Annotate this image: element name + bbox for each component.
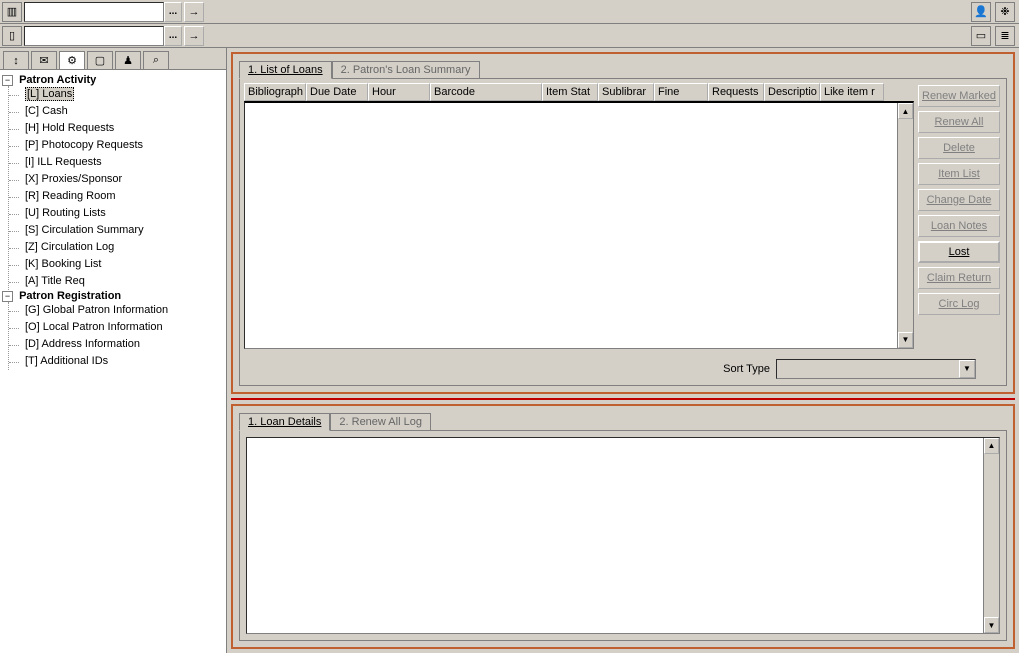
lost-button[interactable]: Lost [918,241,1000,263]
tree-item-circ-summary[interactable]: [S] Circulation Summary [25,224,144,236]
lower-pane-body: ▲ ▼ [239,430,1007,641]
lower-frame: 1. Loan Details 2. Renew All Log ▲ ▼ [231,404,1015,649]
toolbar-row-1: ▥ ... → 👤 ❉ [0,0,1019,24]
toolbar-ellipsis-2[interactable]: ... [164,26,182,46]
tree-item-proxies[interactable]: [X] Proxies/Sponsor [25,173,122,185]
tree-item-title-req[interactable]: [A] Title Req [25,275,85,287]
tree-item-cash[interactable]: [C] Cash [25,105,68,117]
tree-root-registration[interactable]: Patron Registration [19,290,121,302]
help-icon[interactable]: ❉ [995,2,1015,22]
details-scrollbar[interactable]: ▲ ▼ [983,438,999,633]
left-tab-3[interactable]: ▢ [87,51,113,69]
tree-item-circ-log[interactable]: [Z] Circulation Log [25,241,114,253]
person-icon[interactable]: 👤 [971,2,991,22]
upper-pane-body: Bibliograph Due Date Hour Barcode Item S… [239,78,1007,386]
toolbar-input-1[interactable] [24,2,164,22]
delete-button[interactable]: Delete [918,137,1000,159]
left-tab-1[interactable]: ✉ [31,51,57,69]
grid-header: Bibliograph Due Date Hour Barcode Item S… [244,83,914,101]
tree-item-hold[interactable]: [H] Hold Requests [25,122,114,134]
tree-item-ids[interactable]: [T] Additional IDs [25,355,108,367]
col-sublibrar[interactable]: Sublibrar [598,83,654,101]
change-date-button[interactable]: Change Date [918,189,1000,211]
col-like-item[interactable]: Like item r [820,83,884,101]
scroll-down-icon[interactable]: ▼ [898,332,913,348]
upper-frame: 1. List of Loans 2. Patron's Loan Summar… [231,52,1015,394]
scroll-up-icon[interactable]: ▲ [984,438,999,454]
sort-type-combo[interactable]: ▼ [776,359,976,379]
col-due-date[interactable]: Due Date [306,83,368,101]
col-biblio[interactable]: Bibliograph [244,83,306,101]
list-icon[interactable]: ≣ [995,26,1015,46]
tab-loan-summary[interactable]: 2. Patron's Loan Summary [332,61,480,79]
lower-tabs: 1. Loan Details 2. Renew All Log [233,406,1013,430]
col-item-stat[interactable]: Item Stat [542,83,598,101]
left-tab-5[interactable]: ⌕ [143,51,169,69]
sort-label: Sort Type [723,363,770,375]
tree-item-address[interactable]: [D] Address Information [25,338,140,350]
toolbar-input-2[interactable] [24,26,164,46]
left-tab-strip: ↕ ✉ ⚙ ▢ ♟ ⌕ [0,48,226,70]
upper-tabs: 1. List of Loans 2. Patron's Loan Summar… [233,54,1013,78]
tab-list-of-loans[interactable]: 1. List of Loans [239,61,332,79]
renew-all-button[interactable]: Renew All [918,111,1000,133]
col-requests[interactable]: Requests [708,83,764,101]
toolbar-ellipsis-1[interactable]: ... [164,2,182,22]
left-tab-4[interactable]: ♟ [115,51,141,69]
claim-return-button[interactable]: Claim Return [918,267,1000,289]
main-area: ↕ ✉ ⚙ ▢ ♟ ⌕ − Patron Activity [L] Loans … [0,48,1019,653]
tree-item-booking[interactable]: [K] Booking List [25,258,101,270]
pane-divider[interactable] [231,398,1015,400]
loan-notes-button[interactable]: Loan Notes [918,215,1000,237]
tree-toggle-registration[interactable]: − [2,291,13,302]
tree-item-routing[interactable]: [U] Routing Lists [25,207,106,219]
toolbar-row-2: ▯ ... → ▭ ≣ [0,24,1019,48]
grid-scrollbar[interactable]: ▲ ▼ [897,103,913,348]
left-panel: ↕ ✉ ⚙ ▢ ♟ ⌕ − Patron Activity [L] Loans … [0,48,227,653]
tree-item-photocopy[interactable]: [P] Photocopy Requests [25,139,143,151]
item-list-button[interactable]: Item List [918,163,1000,185]
left-tab-2[interactable]: ⚙ [59,51,85,69]
col-hour[interactable]: Hour [368,83,430,101]
tree-item-ill[interactable]: [I] ILL Requests [25,156,102,168]
tree-item-global[interactable]: [G] Global Patron Information [25,304,168,316]
tree-toggle-activity[interactable]: − [2,75,13,86]
nav-tree: − Patron Activity [L] Loans [C] Cash [H]… [0,70,226,653]
tree-item-reading[interactable]: [R] Reading Room [25,190,116,202]
right-panel: 1. List of Loans 2. Patron's Loan Summar… [227,48,1019,653]
col-barcode[interactable]: Barcode [430,83,542,101]
sort-row: Sort Type ▼ [240,353,1006,385]
grid-body[interactable]: ▲ ▼ [244,101,914,349]
toolbar-icon-1[interactable]: ▥ [2,2,22,22]
renew-marked-button[interactable]: Renew Marked [918,85,1000,107]
loans-grid: Bibliograph Due Date Hour Barcode Item S… [244,83,914,349]
left-tab-0[interactable]: ↕ [3,51,29,69]
circ-log-button[interactable]: Circ Log [918,293,1000,315]
tree-item-loans[interactable]: [L] Loans [25,87,74,101]
toolbar-icon-2[interactable]: ▯ [2,26,22,46]
chevron-down-icon[interactable]: ▼ [959,360,975,378]
loan-details-area[interactable]: ▲ ▼ [246,437,1000,634]
toolbar-go-1[interactable]: → [184,2,204,22]
col-description[interactable]: Descriptio [764,83,820,101]
tree-item-local[interactable]: [O] Local Patron Information [25,321,163,333]
toolbar-go-2[interactable]: → [184,26,204,46]
tab-loan-details[interactable]: 1. Loan Details [239,413,330,431]
action-button-column: Renew Marked Renew All Delete Item List … [918,79,1006,353]
tab-renew-all-log[interactable]: 2. Renew All Log [330,413,431,431]
col-fine[interactable]: Fine [654,83,708,101]
scroll-up-icon[interactable]: ▲ [898,103,913,119]
scroll-down-icon[interactable]: ▼ [984,617,999,633]
window-icon[interactable]: ▭ [971,26,991,46]
tree-root-activity[interactable]: Patron Activity [19,74,96,86]
